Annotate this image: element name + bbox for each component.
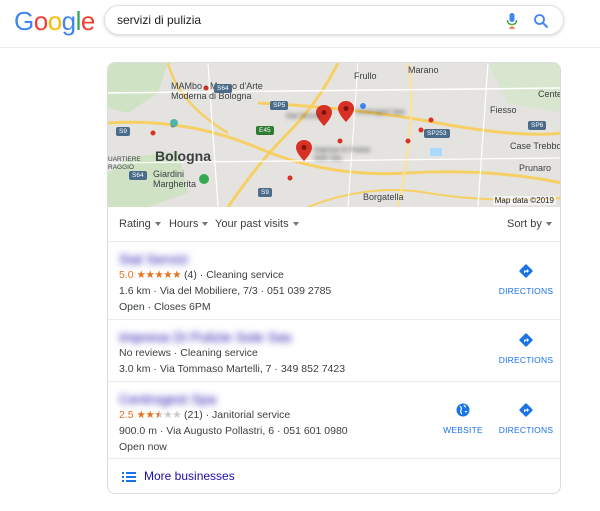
logo-letter: g bbox=[61, 6, 76, 36]
map-label-borgatella: Borgatella bbox=[363, 192, 404, 202]
business-listing[interactable]: Centrogest Spa 2.5 ★★★★★★ (21) · Janitor… bbox=[108, 382, 560, 459]
caret-down-icon bbox=[202, 222, 209, 227]
business-listing[interactable]: Sial Servizi 5.0 ★★★★★ (4) · Cleaning se… bbox=[108, 242, 560, 320]
directions-icon bbox=[519, 264, 533, 278]
caret-down-icon bbox=[545, 222, 552, 227]
route-badge: SP253 bbox=[424, 129, 450, 138]
logo-letter: e bbox=[80, 6, 95, 36]
filter-rating-label: Rating bbox=[119, 218, 151, 230]
route-badge: S9 bbox=[116, 127, 130, 136]
globe-icon bbox=[456, 403, 470, 417]
directions-button[interactable]: DIRECTIONS bbox=[496, 332, 556, 365]
map[interactable]: Frullo Marano MAMbo - Museo d'Arte Moder… bbox=[108, 63, 561, 207]
search-query[interactable]: servizi di pulizia bbox=[117, 13, 201, 27]
filter-hours[interactable]: Hours bbox=[169, 218, 209, 230]
directions-label: DIRECTIONS bbox=[498, 355, 554, 365]
rating-line: No reviews · Cleaning service bbox=[119, 347, 258, 359]
filter-rating[interactable]: Rating bbox=[119, 218, 161, 230]
rating-value: 2.5 bbox=[119, 409, 134, 421]
map-pin-label: Centrogest Spa bbox=[356, 109, 405, 116]
review-count[interactable]: (4) bbox=[184, 269, 197, 281]
caret-down-icon bbox=[292, 222, 299, 227]
business-name[interactable]: Sial Servizi bbox=[119, 251, 188, 267]
microphone-icon[interactable] bbox=[505, 12, 519, 30]
top-bar: Google servizi di pulizia bbox=[0, 0, 600, 48]
business-name[interactable]: Impresa Di Pulizie Sole Sas bbox=[119, 329, 292, 345]
logo-letter: G bbox=[14, 6, 34, 36]
directions-icon bbox=[519, 403, 533, 417]
business-hours: Open · Closes 6PM bbox=[119, 301, 211, 313]
business-hours: Open now bbox=[119, 441, 167, 453]
search-input[interactable]: servizi di pulizia bbox=[104, 5, 564, 35]
sort-by-dropdown[interactable]: Sort by bbox=[507, 218, 552, 230]
logo-letter: o bbox=[47, 6, 62, 36]
map-label-case-trebbo: Case Trebbo bbox=[510, 141, 561, 151]
business-address: 900.0 m · Via Augusto Pollastri, 6 · 051… bbox=[119, 425, 348, 437]
route-badge: E45 bbox=[256, 126, 274, 135]
directions-label: DIRECTIONS bbox=[498, 425, 554, 435]
map-label-cente: Cente bbox=[538, 89, 561, 99]
filter-hours-label: Hours bbox=[169, 218, 199, 230]
business-address: 1.6 km · Via del Mobiliere, 7/3 · 051 03… bbox=[119, 285, 332, 297]
map-pin-label: Impresa Di Pulizie Sole Sas bbox=[314, 147, 371, 162]
business-listing[interactable]: Impresa Di Pulizie Sole Sas No reviews ·… bbox=[108, 320, 560, 382]
map-label-giardini: Giardini Margherita bbox=[153, 169, 197, 189]
filter-past-visits[interactable]: Your past visits bbox=[215, 218, 299, 230]
map-label-marano: Marano bbox=[408, 65, 439, 75]
business-category: · Janitorial service bbox=[205, 409, 291, 421]
directions-button[interactable]: DIRECTIONS bbox=[496, 402, 556, 435]
route-badge: S64 bbox=[214, 84, 232, 93]
website-button[interactable]: WEBSITE bbox=[433, 402, 493, 435]
map-label-frullo: Frullo bbox=[354, 71, 377, 81]
star-rating-icon: ★★★★★ bbox=[136, 269, 182, 281]
map-pin-label: Sial Servizi bbox=[286, 113, 321, 120]
list-icon bbox=[122, 472, 136, 482]
logo-letter: o bbox=[33, 6, 48, 36]
filter-bar: Rating Hours Your past visits Sort by bbox=[108, 207, 560, 242]
google-logo[interactable]: Google bbox=[14, 6, 95, 37]
sort-by-label: Sort by bbox=[507, 218, 542, 230]
directions-button[interactable]: DIRECTIONS bbox=[496, 263, 556, 296]
rating-line: 2.5 ★★★★★★ (21) · Janitorial service bbox=[119, 409, 290, 421]
map-label-quartiere: UARTIERE RAGGIO bbox=[108, 156, 141, 171]
map-label-fiesso: Fiesso bbox=[490, 105, 517, 115]
business-category: · Cleaning service bbox=[199, 269, 284, 281]
rating-line: 5.0 ★★★★★ (4) · Cleaning service bbox=[119, 269, 284, 281]
map-attribution: Map data ©2019 bbox=[492, 196, 556, 205]
route-badge: SP6 bbox=[528, 121, 547, 130]
route-badge: S64 bbox=[129, 171, 147, 180]
caret-down-icon bbox=[154, 222, 161, 227]
directions-label: DIRECTIONS bbox=[498, 286, 554, 296]
website-label: WEBSITE bbox=[443, 425, 483, 435]
review-count[interactable]: (21) bbox=[184, 409, 203, 421]
search-icon[interactable] bbox=[533, 13, 549, 29]
map-label-prunaro: Prunaro bbox=[519, 163, 552, 173]
rating-value: 5.0 bbox=[119, 269, 134, 281]
local-results-card: Frullo Marano MAMbo - Museo d'Arte Moder… bbox=[107, 62, 561, 494]
business-name[interactable]: Centrogest Spa bbox=[119, 391, 216, 407]
business-address: 3.0 km · Via Tommaso Martelli, 7 · 349 8… bbox=[119, 363, 346, 375]
filter-past-visits-label: Your past visits bbox=[215, 218, 289, 230]
more-businesses-button[interactable]: More businesses bbox=[108, 459, 560, 493]
route-badge: SP5 bbox=[270, 101, 289, 110]
map-label-bologna: Bologna bbox=[155, 148, 211, 164]
star-rating-icon: ★★★★★★ bbox=[136, 409, 182, 421]
more-businesses-label: More businesses bbox=[144, 469, 235, 483]
directions-icon bbox=[519, 333, 533, 347]
route-badge: S9 bbox=[258, 188, 272, 197]
